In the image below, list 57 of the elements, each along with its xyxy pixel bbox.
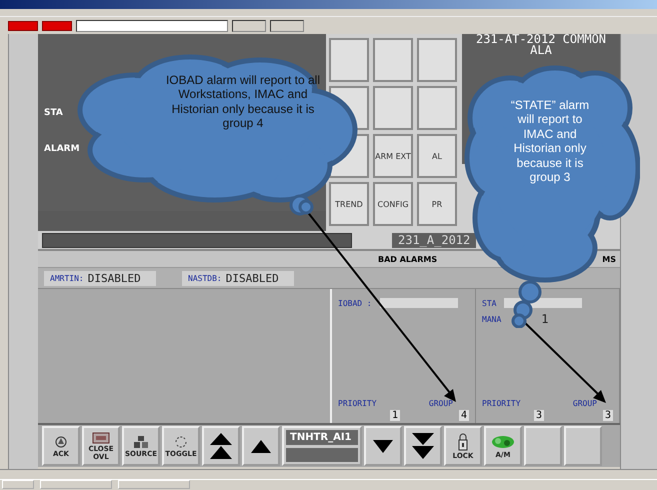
alarm-label: STA: [482, 298, 496, 308]
up-arrow-icon: [251, 440, 271, 452]
group-label: GROUP: [428, 399, 453, 408]
field-label: AMRTIN:: [50, 274, 84, 282]
alarm-button[interactable]: [42, 20, 72, 30]
field-label: ALARM: [44, 144, 80, 154]
group-value: 3: [602, 410, 613, 421]
tag-label: 231_A_2012: [392, 232, 476, 248]
field-value: DISABLED: [226, 272, 279, 284]
alarm-label: IOBAD :: [338, 298, 372, 308]
up-button[interactable]: [242, 426, 280, 466]
blank-button[interactable]: [329, 38, 369, 82]
cycle-icon: [173, 434, 189, 448]
annotation-text: IOBAD alarm will report to all Workstations, IMAC and Historian only because it is group 4: [164, 73, 322, 131]
blank-button[interactable]: [417, 38, 457, 82]
group-label: GROUP: [572, 399, 597, 408]
alarm-button[interactable]: [8, 20, 38, 30]
priority-value: 1: [390, 410, 400, 421]
section-title: BAD ALARMS: [378, 254, 438, 264]
down-arrow-icon: [373, 440, 393, 452]
blank-button[interactable]: [373, 38, 413, 82]
priority-value: 3: [534, 410, 544, 421]
taskbar-item[interactable]: [118, 480, 190, 489]
group-value: 4: [458, 410, 469, 421]
annotation-text: “STATE” alarm will report to IMAC and Historian only because it is group 3: [510, 98, 590, 184]
tag-name-label: TNHTR_AI1: [286, 430, 358, 445]
panel-button[interactable]: ARM EXT: [373, 134, 413, 178]
down-button[interactable]: [364, 426, 402, 466]
alarm-value: 1: [541, 312, 548, 326]
alarm-label: MANA: [482, 314, 502, 324]
blocks-icon: [133, 434, 149, 448]
command-field[interactable]: [76, 20, 228, 32]
blank-button[interactable]: [373, 86, 413, 130]
page-up-button[interactable]: [202, 426, 240, 466]
panel-button[interactable]: TREND: [329, 182, 369, 226]
window-icon: [92, 432, 110, 444]
priority-label: PRIORITY: [338, 399, 377, 408]
time-field: [270, 20, 304, 32]
panel-button[interactable]: AL: [417, 134, 457, 178]
field-value: DISABLED: [88, 272, 141, 284]
lock-icon: [457, 432, 469, 450]
field-label: STA: [44, 108, 63, 118]
panel-button[interactable]: CONFIG: [373, 182, 413, 226]
tag-value-field: [286, 448, 358, 462]
double-up-arrow-icon: [210, 433, 232, 459]
section-title: MS: [602, 254, 616, 264]
page-down-button[interactable]: [404, 426, 442, 466]
blank-button[interactable]: [417, 86, 457, 130]
tag-title: 231-AT-2012 COMMON: [474, 34, 608, 45]
double-down-arrow-icon: [412, 433, 434, 459]
date-field: [232, 20, 266, 32]
start-button[interactable]: [2, 480, 34, 489]
field-label: NASTDB:: [188, 274, 222, 282]
panel-button[interactable]: PR: [417, 182, 457, 226]
taskbar-item[interactable]: [40, 480, 112, 489]
tag-subtitle: ALA: [530, 45, 552, 56]
priority-label: PRIORITY: [482, 399, 521, 408]
